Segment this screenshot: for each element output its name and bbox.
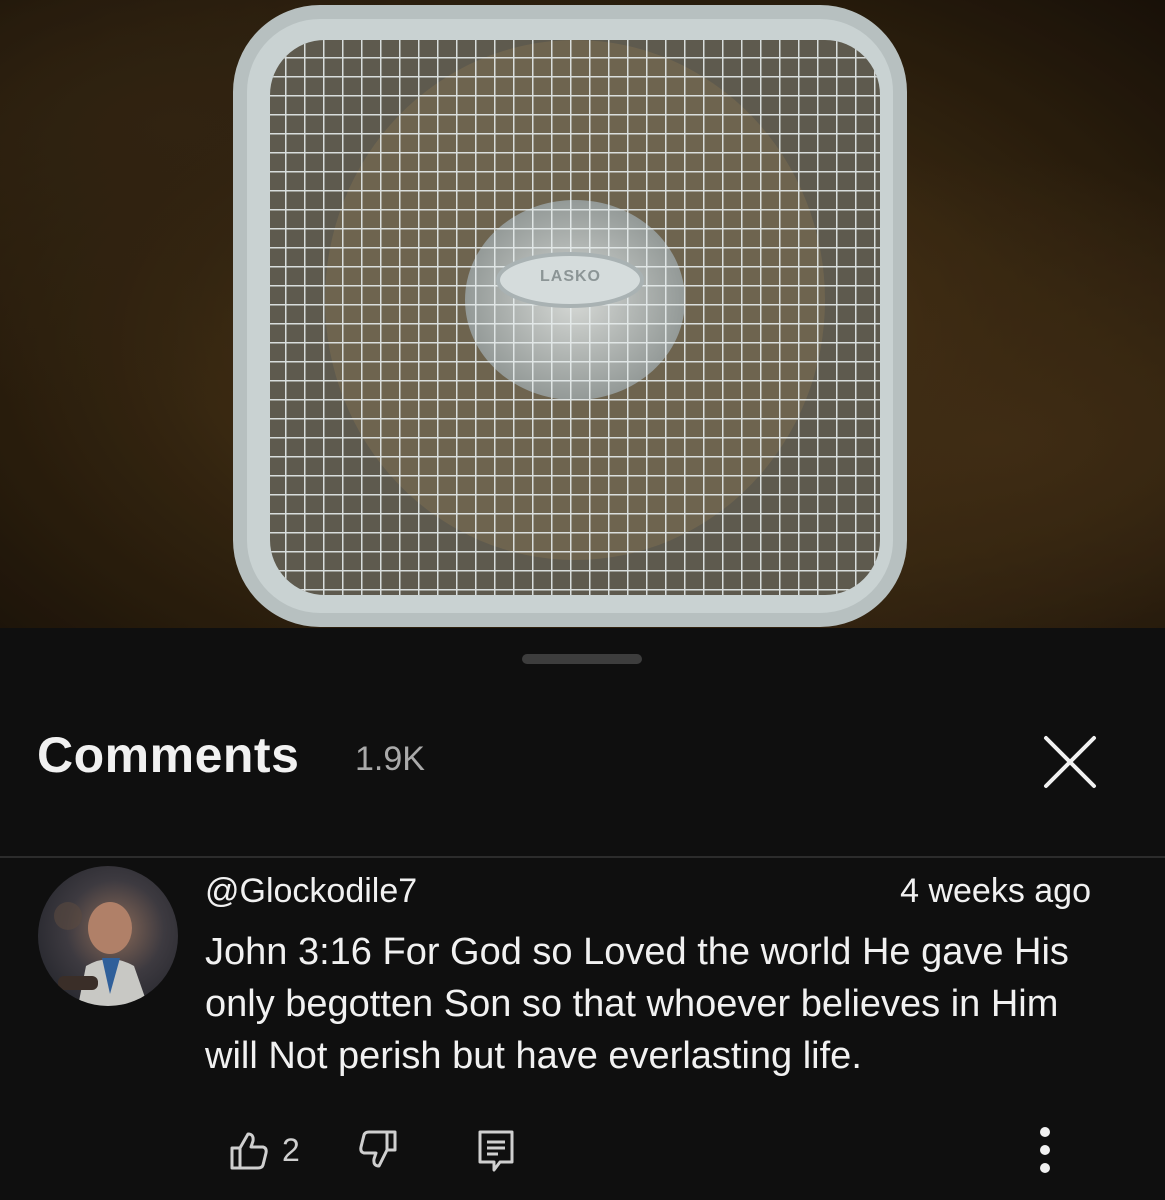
avatar[interactable] [38,866,178,1006]
dislike-button[interactable] [357,1128,401,1172]
more-options-button[interactable] [1030,1124,1060,1180]
comments-title: Comments [37,727,300,783]
like-count: 2 [282,1131,300,1168]
thumbs-up-icon [230,1132,268,1170]
video-player[interactable]: LASKO [0,0,1165,628]
comment-actions: 2 [0,1127,1165,1188]
drag-handle[interactable] [522,654,642,664]
like-button[interactable]: 2 [226,1128,300,1172]
box-fan-image [0,0,1165,628]
reply-icon [478,1130,514,1172]
comment-author[interactable]: @Glockodile7 [205,872,417,911]
reply-button[interactable] [474,1128,518,1176]
divider [0,856,1165,858]
comment-text: John 3:16 For God so Loved the world He … [205,931,1069,1077]
more-vertical-icon [1040,1127,1050,1173]
fan-brand-logo: LASKO [540,268,601,285]
comments-panel: Comments 1.9K @Glockodile7 4 weeks ago J… [0,628,1165,1200]
thumbs-down-icon [359,1130,397,1168]
comments-count: 1.9K [355,740,425,778]
comment-time: 4 weeks ago [900,872,1091,910]
close-icon[interactable] [1040,732,1100,792]
